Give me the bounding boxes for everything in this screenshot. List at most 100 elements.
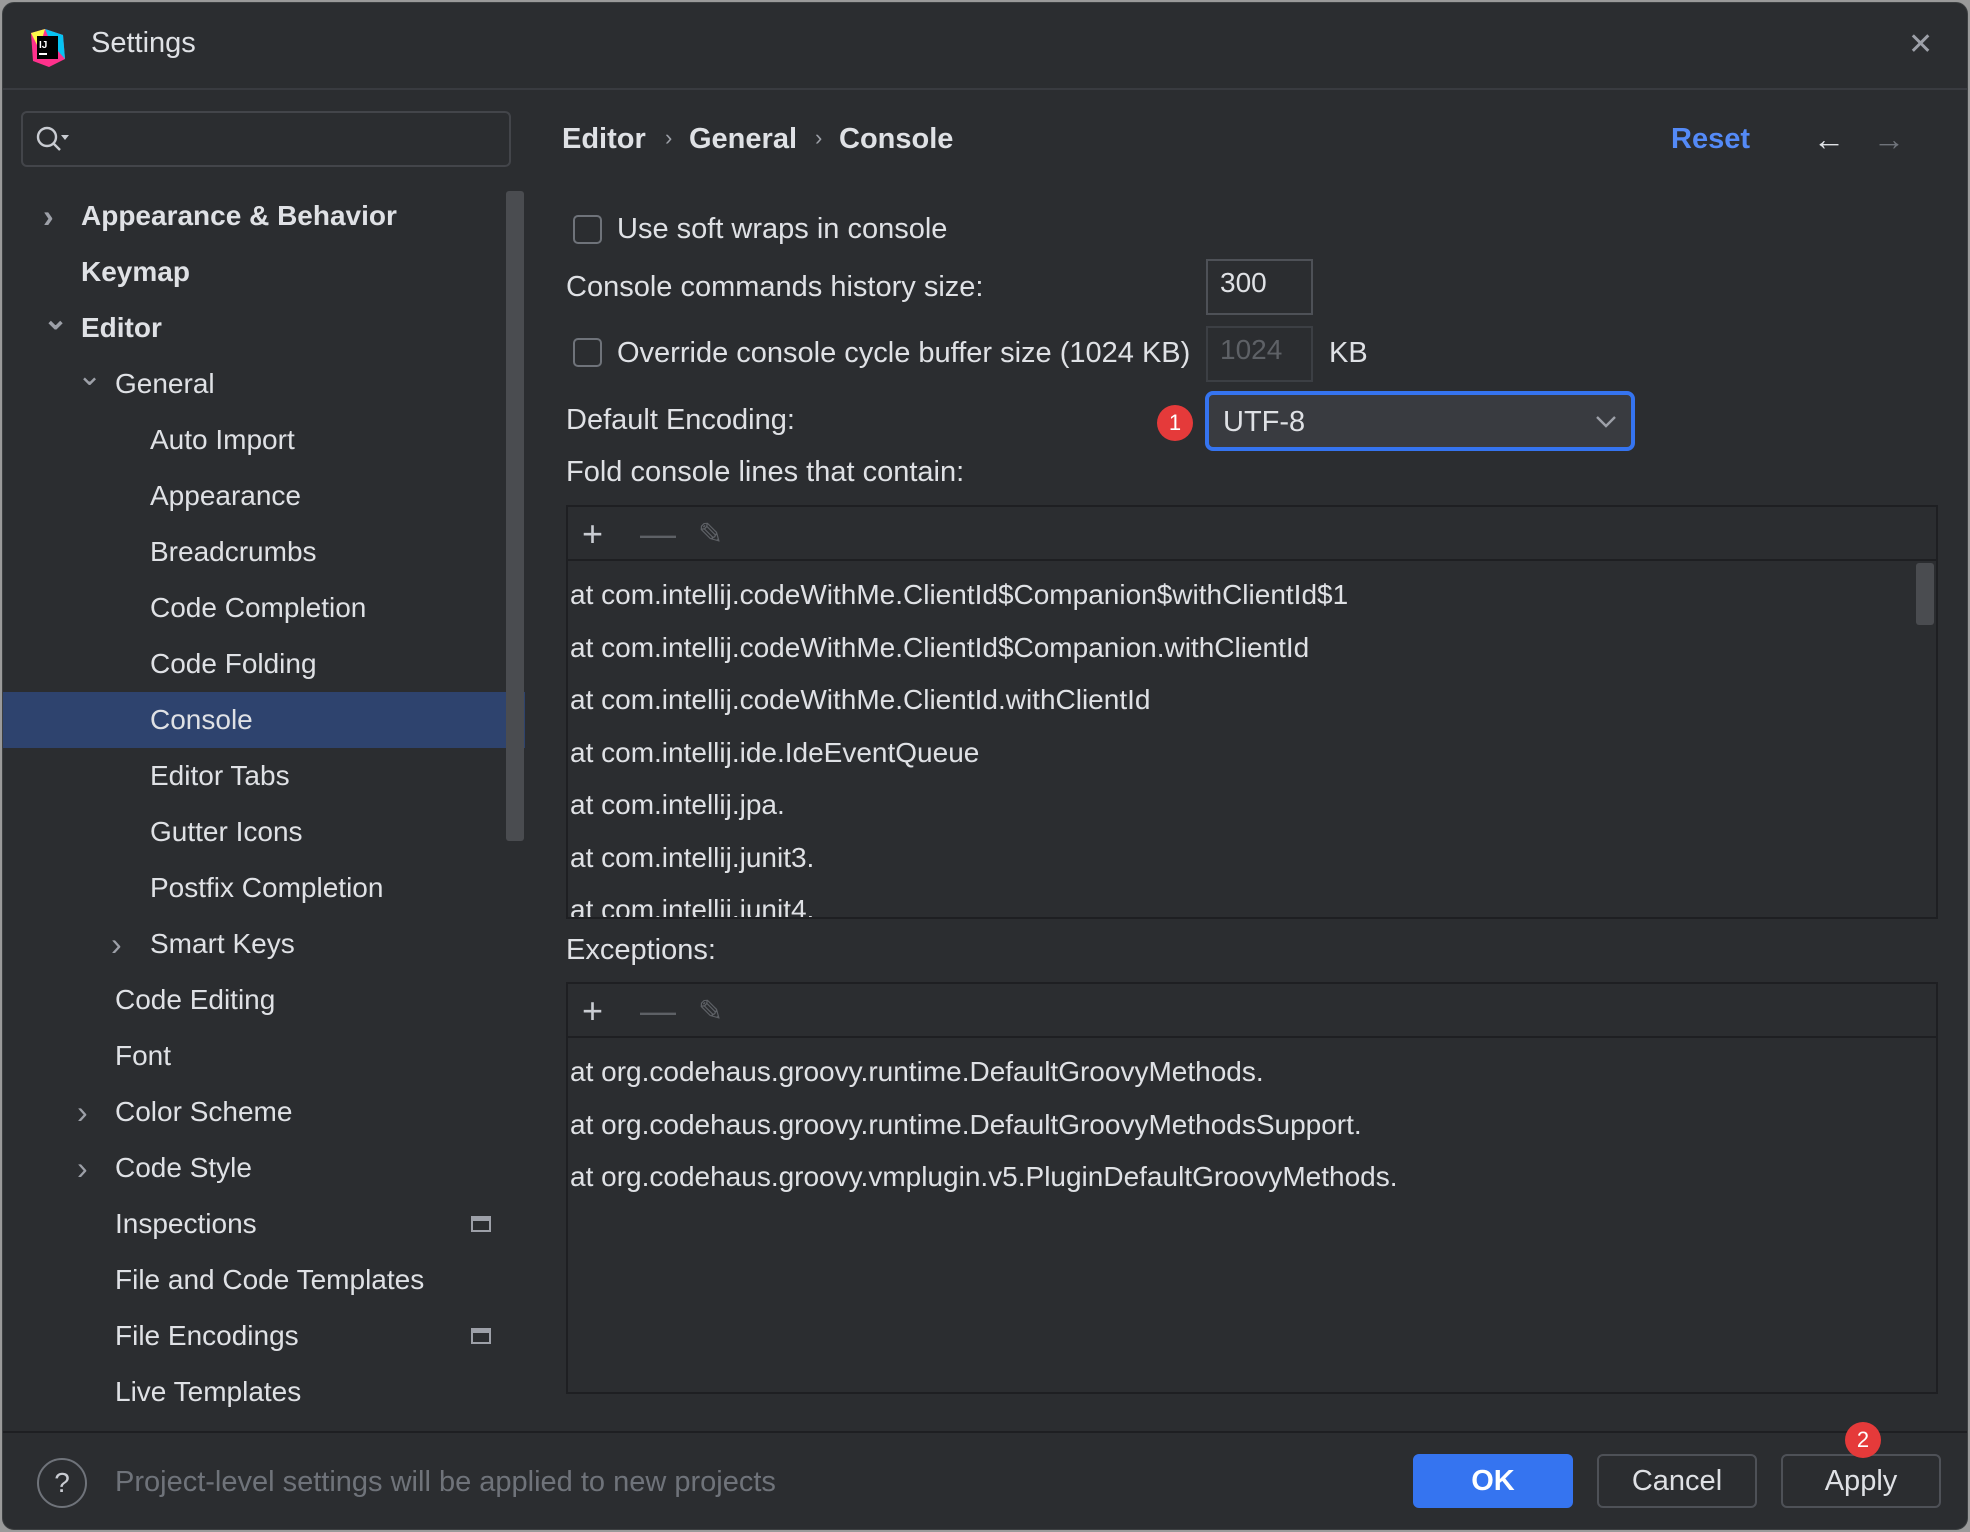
sidebar-item-label: Editor Tabs — [150, 760, 290, 791]
sidebar-item-file-encodings[interactable]: File Encodings — [3, 1308, 525, 1364]
step-badge-2: 2 — [1845, 1422, 1881, 1458]
sidebar-item-appearance[interactable]: Appearance — [3, 468, 525, 524]
sidebar-item-label: Font — [115, 1040, 172, 1071]
sidebar-item-keymap[interactable]: Keymap — [3, 244, 525, 300]
sidebar-item-smart-keys[interactable]: › Smart Keys — [3, 916, 525, 972]
history-size-input[interactable]: 300 — [1206, 259, 1313, 315]
search-icon — [36, 126, 69, 151]
settings-dialog: IJ Settings ✕ › Appearance & Behavior Keym… — [2, 2, 1968, 1530]
remove-icon[interactable]: — — [640, 513, 676, 555]
soft-wraps-checkbox[interactable] — [573, 215, 602, 244]
sidebar-item-label: Console — [150, 704, 253, 735]
edit-icon[interactable]: ✎ — [698, 994, 723, 1029]
sidebar-item-code-folding[interactable]: Code Folding — [3, 636, 525, 692]
arrow-right-icon[interactable]: → — [1873, 121, 1905, 158]
remove-icon[interactable]: — — [640, 990, 676, 1032]
sidebar-item-label: Appearance — [150, 480, 302, 511]
footer-hint: Project-level settings will be applied t… — [115, 1466, 776, 1498]
sidebar-item-code-editing[interactable]: Code Editing — [3, 972, 525, 1028]
encoding-value: UTF-8 — [1223, 406, 1306, 438]
cancel-button[interactable]: Cancel — [1597, 1454, 1757, 1508]
list-item[interactable]: at org.codehaus.groovy.runtime.DefaultGr… — [570, 1056, 1264, 1088]
chevron-right-icon[interactable]: › — [111, 926, 122, 963]
list-item[interactable]: at com.intellij.junit4. — [570, 894, 814, 917]
buffer-size-input[interactable]: 1024 — [1206, 326, 1313, 382]
list-item[interactable]: at org.codehaus.groovy.vmplugin.v5.Plugi… — [570, 1161, 1398, 1193]
list-item[interactable]: at com.intellij.jpa. — [570, 789, 785, 821]
list-item[interactable]: at org.codehaus.groovy.runtime.DefaultGr… — [570, 1109, 1362, 1141]
sidebar-item-code-style[interactable]: › Code Style — [3, 1140, 525, 1196]
sidebar-item-font[interactable]: Font — [3, 1028, 525, 1084]
breadcrumb-console: Console — [839, 123, 954, 155]
sidebar-item-inspections[interactable]: Inspections — [3, 1196, 525, 1252]
list-item[interactable]: at com.intellij.codeWithMe.ClientId$Comp… — [570, 632, 1309, 664]
sidebar-item-editor-tabs[interactable]: Editor Tabs — [3, 748, 525, 804]
close-icon[interactable]: ✕ — [1908, 27, 1933, 62]
sidebar-item-label: Color Scheme — [115, 1096, 293, 1127]
fold-toolbar: + — ✎ — [568, 507, 1936, 561]
fold-list-scrollbar[interactable] — [1916, 563, 1934, 625]
chevron-down-icon[interactable]: ⌄ — [43, 302, 68, 337]
fold-lines-list: + — ✎ at com.intellij.codeWithMe.ClientI… — [566, 505, 1938, 919]
list-item[interactable]: at com.intellij.codeWithMe.ClientId$Comp… — [570, 579, 1348, 611]
breadcrumb-separator: › — [665, 125, 673, 150]
sidebar-item-breadcrumbs[interactable]: Breadcrumbs — [3, 524, 525, 580]
sidebar-item-label: General — [115, 368, 215, 399]
buffer-unit-label: KB — [1329, 337, 1368, 369]
chevron-right-icon[interactable]: › — [77, 1094, 88, 1131]
sidebar-item-postfix-completion[interactable]: Postfix Completion — [3, 860, 525, 916]
arrow-left-icon[interactable]: ← — [1813, 121, 1845, 158]
sidebar-item-label: Editor — [81, 312, 162, 343]
sidebar-item-label: Live Templates — [115, 1376, 302, 1407]
chevron-right-icon[interactable]: › — [77, 1150, 88, 1187]
project-settings-icon — [471, 1216, 491, 1232]
history-size-label: Console commands history size: — [566, 271, 984, 303]
sidebar-item-label: Code Editing — [115, 984, 276, 1015]
exceptions-list: + — ✎ at org.codehaus.groovy.runtime.Def… — [566, 982, 1938, 1394]
sidebar-item-general[interactable]: ⌄ General — [3, 356, 525, 412]
chevron-down-icon — [1596, 416, 1616, 428]
list-item[interactable]: at com.intellij.junit3. — [570, 842, 814, 874]
svg-text:IJ: IJ — [39, 40, 47, 51]
override-buffer-checkbox[interactable] — [573, 338, 602, 367]
window-title: Settings — [91, 27, 196, 59]
sidebar-item-appearance-behavior[interactable]: › Appearance & Behavior — [3, 188, 525, 244]
intellij-idea-logo: IJ — [31, 29, 65, 67]
sidebar-item-label: Inspections — [115, 1208, 257, 1239]
add-icon[interactable]: + — [582, 990, 603, 1032]
override-buffer-label: Override console cycle buffer size (1024… — [617, 337, 1191, 369]
ok-button[interactable]: OK — [1413, 1454, 1573, 1508]
sidebar-item-file-and-code-templates[interactable]: File and Code Templates — [3, 1252, 525, 1308]
sidebar-item-color-scheme[interactable]: › Color Scheme — [3, 1084, 525, 1140]
add-icon[interactable]: + — [582, 513, 603, 555]
breadcrumb-editor[interactable]: Editor — [562, 123, 646, 156]
sidebar-item-label: Gutter Icons — [150, 816, 303, 847]
sidebar-item-label: Appearance & Behavior — [81, 200, 397, 231]
sidebar-item-code-completion[interactable]: Code Completion — [3, 580, 525, 636]
exceptions-toolbar: + — ✎ — [568, 984, 1936, 1038]
edit-icon[interactable]: ✎ — [698, 517, 723, 552]
default-encoding-label: Default Encoding: — [566, 404, 795, 436]
sidebar-scrollbar[interactable] — [506, 191, 524, 841]
project-settings-icon — [471, 1328, 491, 1344]
help-icon[interactable]: ? — [37, 1458, 87, 1508]
reset-link[interactable]: Reset — [1671, 123, 1750, 156]
sidebar-item-live-templates[interactable]: Live Templates — [3, 1364, 525, 1420]
chevron-down-icon[interactable]: ⌄ — [77, 358, 102, 393]
sidebar-item-label: Code Completion — [150, 592, 367, 623]
apply-button[interactable]: Apply — [1781, 1454, 1941, 1508]
sidebar-item-editor[interactable]: ⌄ Editor — [3, 300, 525, 356]
sidebar-item-label: Code Folding — [150, 648, 317, 679]
encoding-dropdown[interactable]: UTF-8 — [1205, 391, 1635, 451]
list-item[interactable]: at com.intellij.codeWithMe.ClientId.with… — [570, 684, 1150, 716]
list-item[interactable]: at com.intellij.ide.IdeEventQueue — [570, 737, 979, 769]
sidebar-item-gutter-icons[interactable]: Gutter Icons — [3, 804, 525, 860]
title-bar: IJ Settings ✕ — [3, 3, 1967, 90]
sidebar-item-auto-import[interactable]: Auto Import — [3, 412, 525, 468]
sidebar-item-label: Keymap — [81, 256, 190, 287]
breadcrumb-general[interactable]: General — [689, 123, 797, 156]
search-input[interactable] — [21, 111, 511, 167]
exceptions-label: Exceptions: — [566, 934, 716, 966]
sidebar-item-console[interactable]: Console — [3, 692, 525, 748]
chevron-right-icon[interactable]: › — [43, 198, 54, 235]
